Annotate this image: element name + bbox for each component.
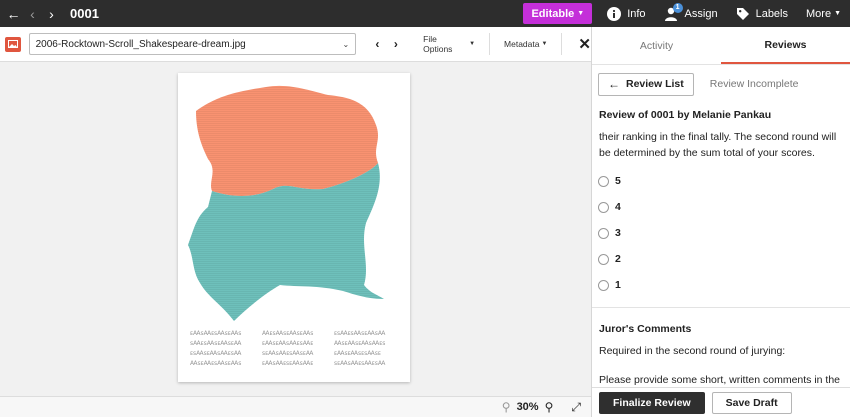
- user-icon: 1: [664, 2, 683, 21]
- chevron-down-icon: ▼: [577, 10, 585, 17]
- viewer-footer: ⚲ 30% ⚲ ⤢: [0, 396, 591, 417]
- score-option-5[interactable]: 5: [592, 168, 850, 194]
- labels-label: Labels: [755, 7, 788, 20]
- zoom-out-icon[interactable]: ⚲: [502, 400, 511, 414]
- score-option-2[interactable]: 2: [592, 246, 850, 272]
- svg-text:ᴇꜱꜲꜱᴇꜲꜱꜲᴇꜱꜲ: ᴇꜱꜲꜱᴇꜲꜱꜲᴇꜱꜲ: [190, 350, 242, 357]
- review-list-button[interactable]: ← Review List: [598, 72, 694, 96]
- score-label: 4: [615, 201, 621, 213]
- chevron-down-icon: ▼: [541, 41, 548, 47]
- previous-file-icon[interactable]: ‹: [368, 37, 387, 51]
- save-draft-button[interactable]: Save Draft: [711, 391, 792, 414]
- score-options: 5 4 3 2 1: [592, 168, 850, 298]
- score-label: 2: [615, 253, 621, 265]
- tab-reviews[interactable]: Reviews: [721, 27, 850, 64]
- comments-requirement: Required in the second round of jurying:: [599, 345, 786, 357]
- info-button[interactable]: Info: [607, 6, 646, 21]
- score-option-4[interactable]: 4: [592, 194, 850, 220]
- expand-icon[interactable]: ⤢: [571, 400, 581, 415]
- file-options-dropdown[interactable]: File Options ▼: [409, 33, 489, 55]
- review-heading: Review of 0001 by Melanie Pankau: [599, 109, 772, 121]
- next-file-icon[interactable]: ›: [387, 37, 406, 51]
- more-label: More: [806, 7, 832, 20]
- artwork-figure-rows: ᴇꜲꜱꜲᴇꜱꜲꜱᴇꜲꜱ ꜲᴇꜱꜲꜱᴇꜲꜱᴇꜲꜱ ᴇꜱꜲᴇꜱꜲꜱᴇꜲꜱꜲ ꜱꜲᴇꜱ…: [190, 330, 386, 367]
- svg-text:ꜱꜲᴇꜱꜲꜱᴇꜲꜱᴇꜲ: ꜱꜲᴇꜱꜲꜱᴇꜲꜱᴇꜲ: [190, 340, 242, 347]
- review-status: Review Incomplete: [709, 78, 799, 90]
- assign-label: Assign: [684, 7, 718, 20]
- image-file-icon: [5, 36, 21, 52]
- assign-badge: 1: [672, 2, 683, 13]
- chevron-down-icon: ▼: [834, 10, 841, 17]
- metadata-label: Metadata: [504, 39, 540, 49]
- viewer-toolbar: 2006-Rocktown-Scroll_Shakespeare-dream.j…: [0, 27, 591, 62]
- svg-text:ᴇꜲꜱᴇꜲꜱᴇꜱꜲꜱᴇ: ᴇꜲꜱᴇꜲꜱᴇꜱꜲꜱᴇ: [334, 350, 381, 357]
- tab-activity[interactable]: Activity: [592, 27, 721, 64]
- editable-dropdown[interactable]: Editable ▼: [523, 3, 593, 24]
- editable-label: Editable: [531, 7, 575, 20]
- svg-text:ꜱᴇꜲꜱꜲᴇꜱꜲᴇꜱꜲ: ꜱᴇꜲꜱꜲᴇꜱꜲᴇꜱꜲ: [334, 360, 386, 367]
- close-icon[interactable]: ✕: [578, 35, 591, 53]
- artwork-graphic: ᴇꜲꜱꜲᴇꜱꜲꜱᴇꜲꜱ ꜲᴇꜱꜲꜱᴇꜲꜱᴇꜲꜱ ᴇꜱꜲᴇꜱꜲꜱᴇꜲꜱꜲ ꜱꜲᴇꜱ…: [188, 85, 386, 367]
- back-arrow-icon[interactable]: ←: [4, 0, 23, 27]
- review-instructions: their ranking in the final tally. The se…: [599, 131, 837, 159]
- chevron-down-icon: ▼: [469, 41, 476, 47]
- labels-button[interactable]: Labels: [736, 7, 788, 21]
- svg-text:ᴇꜲꜱꜲᴇꜱꜲꜱᴇꜲꜱ: ᴇꜲꜱꜲᴇꜱꜲꜱᴇꜲꜱ: [190, 330, 241, 337]
- top-bar: ← ‹ › 0001 Editable ▼ Info 1 Assign Labe…: [0, 0, 850, 27]
- svg-text:ꜲꜱᴇꜲᴇꜱꜲꜱᴇꜲꜱ: ꜲꜱᴇꜲᴇꜱꜲꜱᴇꜲꜱ: [190, 360, 241, 367]
- comments-heading: Juror's Comments: [599, 323, 692, 335]
- document-title: 0001: [70, 6, 99, 21]
- svg-text:ᴇꜲꜱꜲᴇꜱᴇꜲꜱꜲᴇ: ᴇꜲꜱꜲᴇꜱᴇꜲꜱꜲᴇ: [262, 360, 313, 367]
- info-label: Info: [627, 7, 646, 20]
- image-viewer[interactable]: ᴇꜲꜱꜲᴇꜱꜲꜱᴇꜲꜱ ꜲᴇꜱꜲꜱᴇꜲꜱᴇꜲꜱ ᴇꜱꜲᴇꜱꜲꜱᴇꜲꜱꜲ ꜱꜲᴇꜱ…: [0, 62, 591, 396]
- svg-text:ꜲꜱᴇꜲꜱᴇꜲꜱꜲᴇꜱ: ꜲꜱᴇꜲꜱᴇꜲꜱꜲᴇꜱ: [334, 340, 385, 347]
- review-bar: ← Review List Review Incomplete: [592, 65, 850, 103]
- svg-text:ꜲᴇꜱꜲꜱᴇꜲꜱᴇꜲꜱ: ꜲᴇꜱꜲꜱᴇꜲꜱᴇꜲꜱ: [262, 330, 313, 337]
- radio-button[interactable]: [598, 279, 609, 291]
- finalize-review-button[interactable]: Finalize Review: [599, 391, 705, 414]
- assign-button[interactable]: 1 Assign: [664, 2, 718, 21]
- radio-button[interactable]: [598, 175, 609, 187]
- panel-tabs: Activity Reviews: [592, 27, 850, 65]
- toolbar-divider: [561, 33, 563, 55]
- chevron-down-icon: ⌄: [342, 39, 350, 49]
- section-divider: [592, 307, 850, 308]
- score-label: 3: [615, 227, 621, 239]
- file-options-label: File Options: [423, 34, 453, 54]
- info-icon: [607, 6, 622, 21]
- svg-text:ᴇꜲꜱᴇꜲꜱꜲᴇꜱꜲᴇ: ᴇꜲꜱᴇꜲꜱꜲᴇꜱꜲᴇ: [262, 340, 313, 347]
- file-name: 2006-Rocktown-Scroll_Shakespeare-dream.j…: [35, 38, 246, 50]
- file-select[interactable]: 2006-Rocktown-Scroll_Shakespeare-dream.j…: [28, 33, 357, 55]
- score-option-1[interactable]: 1: [592, 272, 850, 298]
- review-actions: Finalize Review Save Draft: [592, 387, 850, 417]
- review-list-label: Review List: [626, 78, 684, 90]
- score-option-3[interactable]: 3: [592, 220, 850, 246]
- comments-instructions: Please provide some short, written comme…: [599, 374, 841, 386]
- svg-text:ᴇꜱꜲᴇꜱꜲꜱᴇꜲꜱꜲ: ᴇꜱꜲᴇꜱꜲꜱᴇꜲꜱꜲ: [334, 330, 386, 337]
- artwork-image: ᴇꜲꜱꜲᴇꜱꜲꜱᴇꜲꜱ ꜲᴇꜱꜲꜱᴇꜲꜱᴇꜲꜱ ᴇꜱꜲᴇꜱꜲꜱᴇꜲꜱꜲ ꜱꜲᴇꜱ…: [178, 73, 410, 382]
- radio-button[interactable]: [598, 253, 609, 265]
- score-label: 5: [615, 175, 621, 187]
- metadata-dropdown[interactable]: Metadata ▼: [490, 33, 561, 55]
- radio-button[interactable]: [598, 201, 609, 213]
- zoom-in-icon[interactable]: ⚲: [545, 400, 554, 414]
- radio-button[interactable]: [598, 227, 609, 239]
- score-label: 1: [615, 279, 621, 291]
- next-icon[interactable]: ›: [42, 0, 61, 27]
- svg-text:ꜱᴇꜲꜱꜲᴇꜱꜲꜱᴇꜲ: ꜱᴇꜲꜱꜲᴇꜱꜲꜱᴇꜲ: [262, 350, 314, 357]
- tag-icon: [736, 7, 750, 21]
- previous-icon[interactable]: ‹: [23, 0, 42, 27]
- zoom-level: 30%: [516, 401, 539, 413]
- more-dropdown[interactable]: More ▼: [806, 8, 841, 20]
- arrow-left-icon: ←: [608, 77, 620, 91]
